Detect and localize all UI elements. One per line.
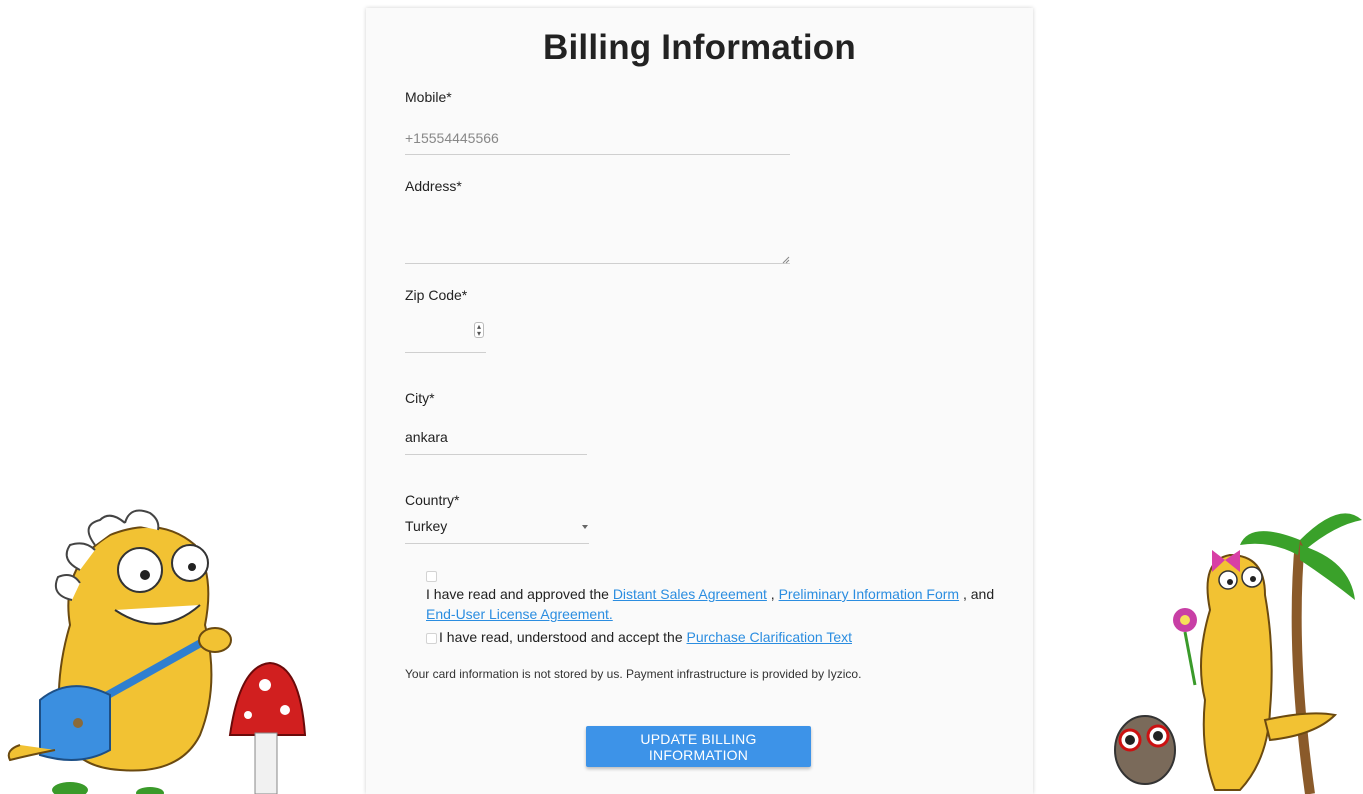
city-input[interactable] xyxy=(405,420,587,455)
purchase-clarification-text: I have read, understood and accept the P… xyxy=(439,629,852,645)
mobile-label: Mobile* xyxy=(405,89,452,105)
agreement-checkbox[interactable] xyxy=(426,571,437,582)
country-select[interactable]: Turkey xyxy=(405,515,589,544)
country-label: Country* xyxy=(405,492,460,508)
yellow-dino-illustration-right xyxy=(1114,513,1362,794)
billing-form-card: Billing Information Mobile* Address* Zip… xyxy=(366,8,1033,794)
distant-sales-agreement-link[interactable]: Distant Sales Agreement xyxy=(613,586,767,602)
agreement-text: I have read and approved the Distant Sal… xyxy=(426,586,995,622)
chevron-down-icon xyxy=(582,525,588,529)
purchase-clarification-link[interactable]: Purchase Clarification Text xyxy=(687,629,852,645)
address-label: Address* xyxy=(405,178,462,194)
address-textarea[interactable] xyxy=(405,208,790,264)
page-title: Billing Information xyxy=(543,28,856,67)
country-selected-value: Turkey xyxy=(405,518,448,534)
zip-code-stepper-icon[interactable]: ▴ ▾ xyxy=(474,322,484,338)
city-label: City* xyxy=(405,390,435,406)
end-user-license-agreement-link[interactable]: End-User License Agreement. xyxy=(426,606,613,622)
mobile-input[interactable] xyxy=(405,122,790,155)
yellow-monster-illustration-left xyxy=(7,509,307,794)
textarea-resize-handle[interactable] xyxy=(782,256,790,264)
zip-code-label: Zip Code* xyxy=(405,287,468,303)
payment-info-note: Your card information is not stored by u… xyxy=(405,667,862,681)
preliminary-information-form-link[interactable]: Preliminary Information Form xyxy=(779,586,960,602)
purchase-clarification-checkbox[interactable] xyxy=(426,633,437,644)
update-billing-button[interactable]: UPDATE BILLING INFORMATION xyxy=(586,726,811,767)
